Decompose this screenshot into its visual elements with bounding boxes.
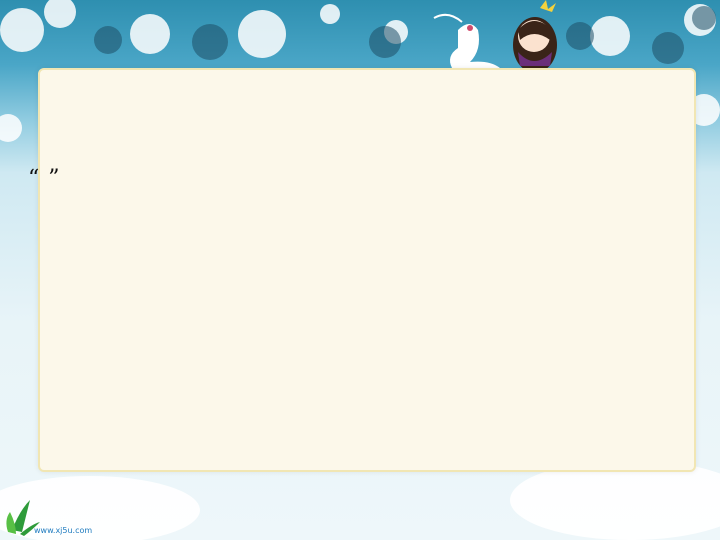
swan-icon bbox=[433, 13, 500, 68]
logo-url: www.xj5u.com bbox=[34, 526, 93, 535]
slide-body: “ ” bbox=[28, 162, 688, 196]
body-line-3: “ ” bbox=[28, 166, 61, 191]
content-card bbox=[38, 68, 696, 472]
girl-character-icon bbox=[513, 0, 557, 73]
